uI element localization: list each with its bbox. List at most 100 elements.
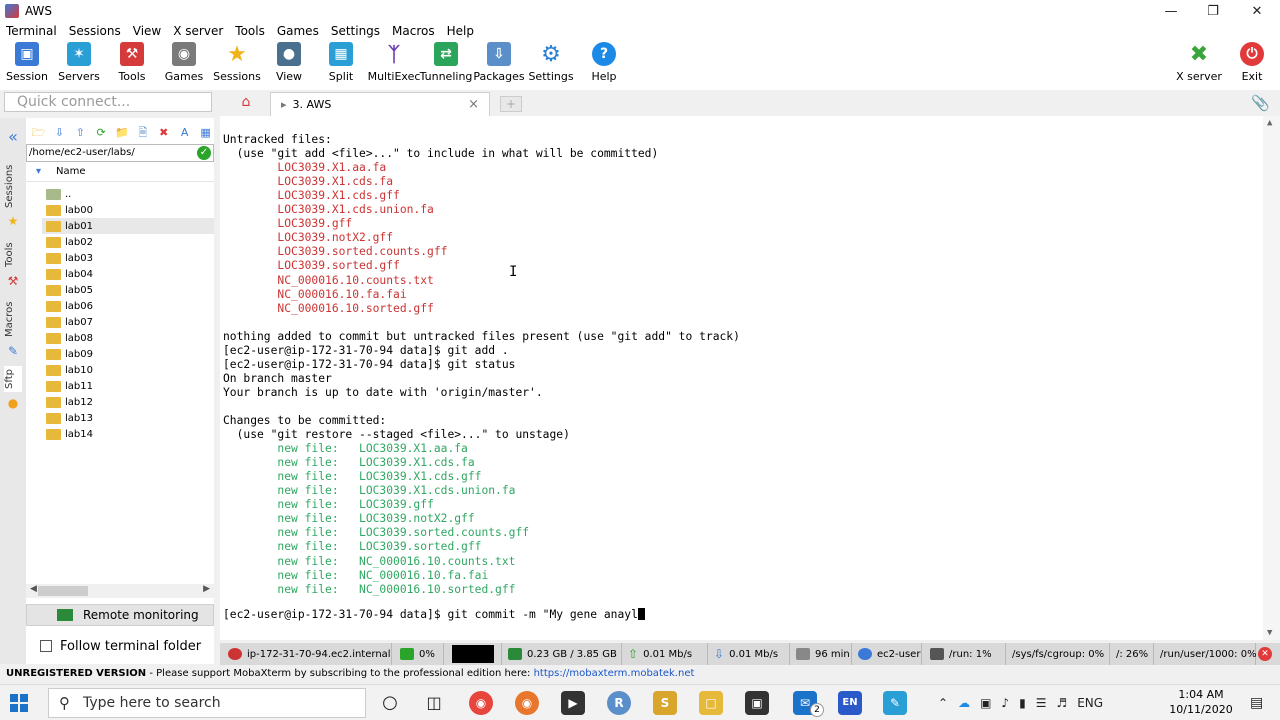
tab-aws[interactable]: ▸ 3. AWS × [270, 92, 490, 116]
session-button[interactable]: ▣ Session [1, 42, 53, 88]
menu-settings[interactable]: Settings [325, 24, 386, 38]
list-item[interactable]: lab06 [46, 298, 214, 314]
list-item[interactable]: lab02 [46, 234, 214, 250]
scroll-thumb[interactable] [38, 586, 88, 596]
tab-close-icon[interactable]: × [468, 97, 479, 112]
collapse-sidebar-icon[interactable]: « [6, 129, 20, 145]
rename-icon[interactable]: A [176, 124, 193, 141]
list-item[interactable]: lab00 [46, 202, 214, 218]
scroll-down-icon[interactable]: ▼ [1267, 628, 1272, 638]
list-item[interactable]: lab13 [46, 410, 214, 426]
wifi-icon[interactable]: ☰ [1036, 696, 1047, 710]
follow-terminal-folder-checkbox[interactable]: Follow terminal folder [26, 636, 214, 656]
tools-button[interactable]: ⚒ Tools [106, 42, 158, 88]
list-item[interactable]: lab07 [46, 314, 214, 330]
multiexec-button[interactable]: ᛉ MultiExec [368, 42, 421, 88]
language-indicator[interactable]: ENG [1077, 696, 1103, 710]
terminal-vertical-scrollbar[interactable]: ▲ ▼ [1263, 116, 1280, 640]
list-item[interactable]: lab04 [46, 266, 214, 282]
list-item[interactable]: lab12 [46, 394, 214, 410]
scroll-up-icon[interactable]: ▲ [1267, 118, 1272, 128]
battery-icon[interactable]: ▮ [1019, 696, 1026, 710]
file-list-header[interactable]: ▾ Name [26, 166, 214, 182]
firefox-icon[interactable]: ◉ [515, 691, 539, 715]
r-icon[interactable]: R [607, 691, 631, 715]
scroll-left-icon[interactable]: ◀ [30, 584, 37, 594]
list-item[interactable]: lab14 [46, 426, 214, 442]
sublime-icon[interactable]: S [653, 691, 677, 715]
terminal-app-icon[interactable]: ✎ [883, 691, 907, 715]
games-button[interactable]: ◉ Games [158, 42, 210, 88]
chrome-icon[interactable]: ◉ [469, 691, 493, 715]
volume-icon[interactable]: ♬ [1056, 696, 1067, 710]
new-file-icon[interactable]: 🗎 [134, 124, 151, 141]
settings-button[interactable]: ⚙ Settings [525, 42, 577, 88]
notification-icon[interactable]: ▤ [1250, 685, 1263, 720]
onedrive-icon[interactable]: ☁ [958, 696, 970, 710]
close-circle-icon[interactable]: ✕ [1258, 647, 1272, 661]
menu-terminal[interactable]: Terminal [0, 24, 63, 38]
menu-macros[interactable]: Macros [386, 24, 441, 38]
tray-chevron-icon[interactable]: ⌃ [938, 696, 948, 710]
list-item[interactable]: lab01 [42, 218, 214, 234]
packages-button[interactable]: ⇩ Packages [473, 42, 525, 88]
minimize-button[interactable]: — [1150, 0, 1192, 22]
refresh-icon[interactable]: ⟳ [93, 124, 110, 141]
list-item-parent[interactable]: .. [46, 186, 214, 202]
taskbar-clock[interactable]: 1:04 AM 10/11/2020 [1168, 687, 1234, 717]
menu-tools[interactable]: Tools [229, 24, 271, 38]
menu-help[interactable]: Help [441, 24, 480, 38]
list-item[interactable]: lab05 [46, 282, 214, 298]
sidebar-horizontal-scrollbar[interactable]: ◀ ▶ [26, 584, 214, 598]
home-tab-icon[interactable]: ⌂ [232, 94, 260, 114]
view-button[interactable]: ● View [263, 42, 315, 88]
checkbox-box[interactable] [40, 640, 52, 652]
task-view-icon[interactable]: ◫ [422, 691, 446, 715]
x-server-button[interactable]: ✖ X server [1173, 42, 1225, 88]
windows-start-icon[interactable] [10, 694, 30, 712]
menu-x-server[interactable]: X server [167, 24, 229, 38]
upload-icon[interactable]: ⇧ [72, 124, 89, 141]
store-icon[interactable]: ▣ [745, 691, 769, 715]
download-icon[interactable]: ⇩ [51, 124, 68, 141]
delete-icon[interactable]: ✖ [155, 124, 172, 141]
cortana-icon[interactable]: ○ [378, 691, 402, 715]
sessions-button[interactable]: ★ Sessions [211, 42, 263, 88]
side-tab-macros[interactable]: Macros [4, 298, 22, 340]
list-item[interactable]: lab03 [46, 250, 214, 266]
list-item[interactable]: lab10 [46, 362, 214, 378]
status-close[interactable]: ✕ [1258, 643, 1278, 665]
remote-monitoring-button[interactable]: Remote monitoring [26, 604, 214, 626]
taskbar-search[interactable]: ⚲ Type here to search [48, 688, 366, 718]
subscribe-link[interactable]: https://mobaxterm.mobatek.net [534, 668, 695, 679]
menu-games[interactable]: Games [271, 24, 325, 38]
mobaxterm-icon[interactable]: ▶ [561, 691, 585, 715]
tunneling-button[interactable]: ⇄ Tunneling [420, 42, 472, 88]
language-app-icon[interactable]: EN [838, 691, 862, 715]
properties-icon[interactable]: ▦ [197, 124, 214, 141]
quick-connect-input[interactable]: Quick connect... [4, 92, 212, 112]
scroll-right-icon[interactable]: ▶ [203, 584, 210, 594]
close-button[interactable]: ✕ [1236, 0, 1278, 22]
checkmark-icon[interactable]: ✓ [197, 146, 211, 160]
file-explorer-icon[interactable]: □ [699, 691, 723, 715]
maximize-button[interactable]: ❐ [1192, 0, 1234, 22]
side-tab-sessions[interactable]: Sessions [4, 162, 22, 210]
microphone-icon[interactable]: ♪ [1001, 696, 1009, 710]
menu-sessions[interactable]: Sessions [63, 24, 127, 38]
parent-folder-icon[interactable]: 🗁 [30, 124, 47, 141]
new-folder-icon[interactable]: 📁 [114, 124, 131, 141]
side-tab-sftp[interactable]: Sftp [4, 366, 22, 392]
network-drive-icon[interactable]: ▣ [980, 696, 991, 710]
list-item[interactable]: lab11 [46, 378, 214, 394]
menu-view[interactable]: View [127, 24, 167, 38]
exit-button[interactable]: ⏻ Exit [1226, 42, 1278, 88]
side-tab-tools[interactable]: Tools [4, 238, 22, 272]
help-button[interactable]: ? Help [578, 42, 630, 88]
new-tab-button[interactable]: + [500, 96, 522, 112]
list-item[interactable]: lab08 [46, 330, 214, 346]
list-item[interactable]: lab09 [46, 346, 214, 362]
servers-button[interactable]: ✶ Servers [53, 42, 105, 88]
terminal-output[interactable]: ▲ ▼ I Untracked files: (use "git add <fi… [220, 116, 1280, 640]
split-button[interactable]: ▦ Split [315, 42, 367, 88]
